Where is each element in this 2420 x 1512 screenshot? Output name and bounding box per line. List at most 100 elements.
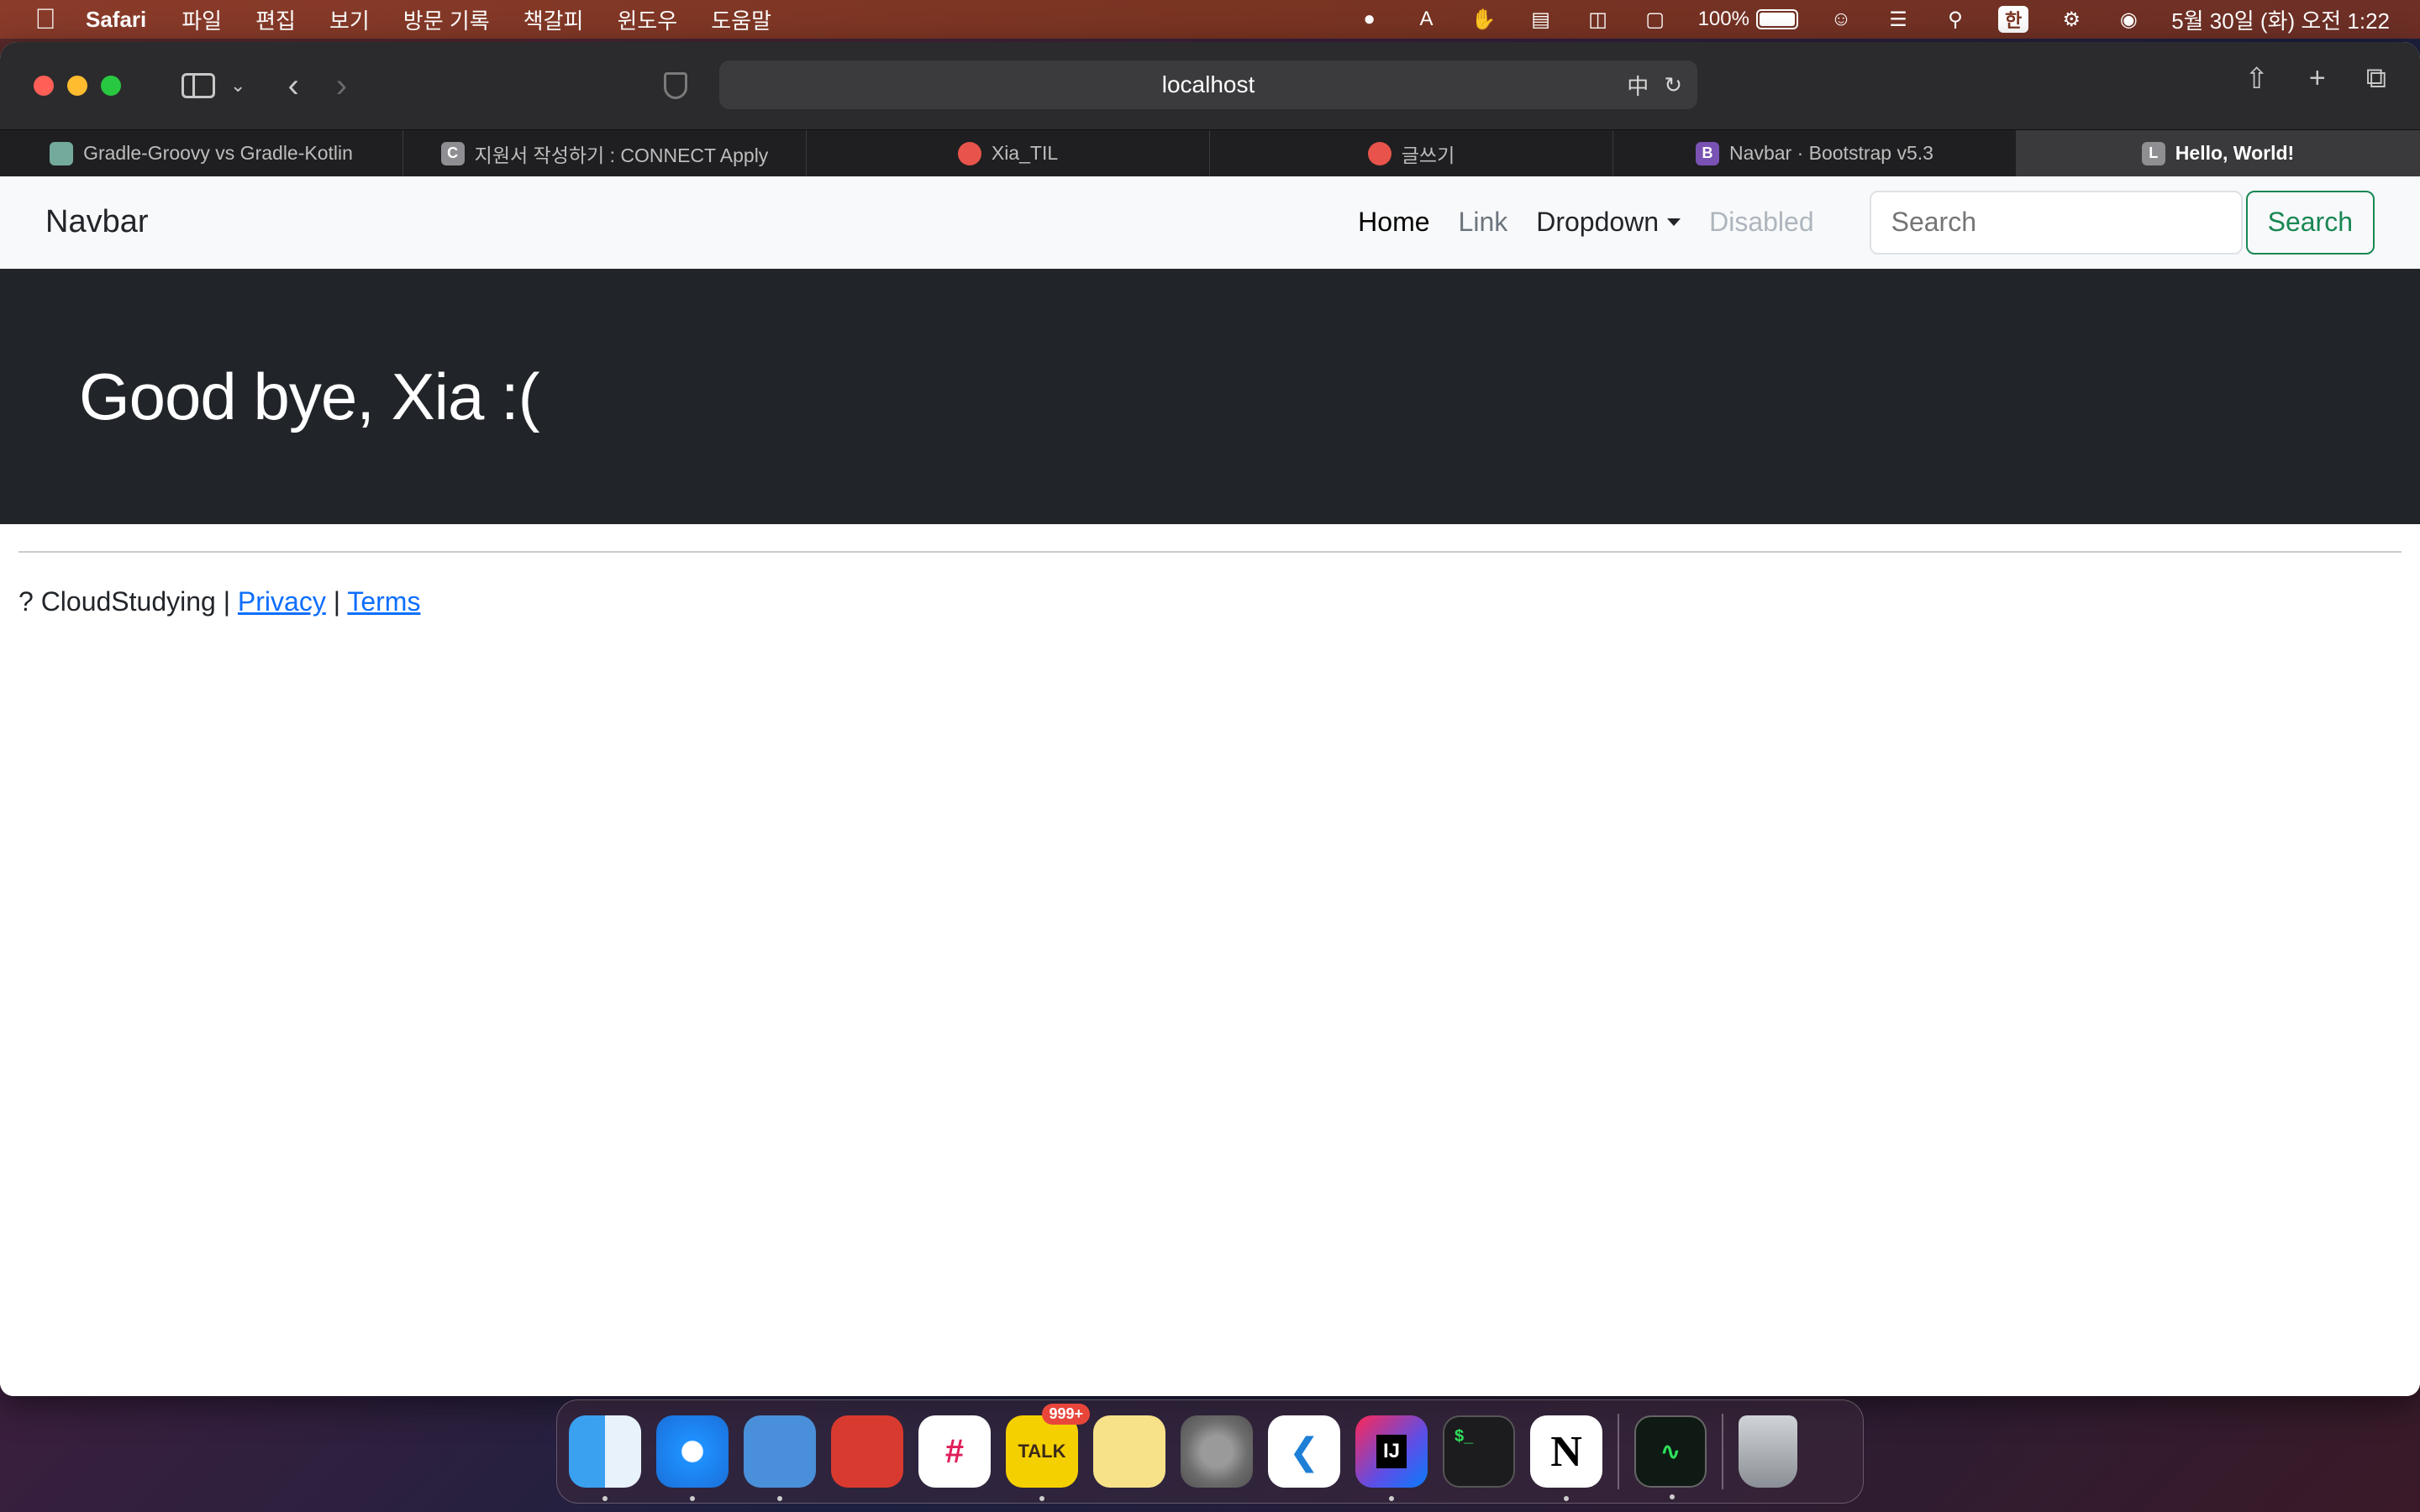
slack-icon[interactable]: # — [918, 1415, 991, 1488]
notification-badge: 999+ — [1042, 1404, 1090, 1425]
window-controls — [34, 76, 121, 96]
menubar-clock[interactable]: 5월 30일 (화) 오전 1:22 — [2171, 4, 2390, 35]
menu-edit[interactable]: 편집 — [255, 4, 296, 35]
reload-icon[interactable]: ↻ — [1664, 72, 1682, 98]
system-settings-icon[interactable] — [1181, 1415, 1253, 1488]
chat-status-icon[interactable]: ● — [1355, 7, 1384, 32]
tistory-favicon-icon — [1367, 141, 1392, 165]
running-indicator — [690, 1496, 695, 1501]
terms-link[interactable]: Terms — [347, 586, 420, 617]
nav-links: Home Link Dropdown Disabled Search — [1358, 190, 2375, 255]
tab-bar: Gradle-Groovy vs Gradle-Kotlin C 지원서 작성하… — [0, 129, 2420, 176]
preview-icon[interactable] — [744, 1415, 816, 1501]
tab-label: Hello, World! — [2175, 142, 2295, 164]
running-indicator — [1564, 1496, 1569, 1501]
chatgpt-favicon-icon — [50, 141, 74, 165]
dock-separator — [1722, 1414, 1723, 1489]
search-form: Search — [1869, 190, 2375, 255]
tab-label: Navbar · Bootstrap v5.3 — [1729, 142, 1933, 164]
finder-icon[interactable] — [569, 1415, 641, 1501]
c-favicon-icon: C — [440, 141, 465, 165]
search-button[interactable]: Search — [2245, 190, 2375, 255]
app-menu[interactable]: Safari — [86, 7, 146, 33]
intellij-glyph: IJ — [1376, 1435, 1407, 1468]
web-page: Navbar Home Link Dropdown Disabled Searc… — [0, 176, 2420, 1396]
menu-file[interactable]: 파일 — [182, 4, 222, 35]
kakaotalk-icon[interactable]: TALK 999+ — [1006, 1404, 1090, 1501]
nav-link[interactable]: Link — [1459, 207, 1508, 238]
share-icon[interactable]: ⇧ — [2244, 62, 2269, 96]
footer-prefix: ? CloudStudying | — [18, 586, 238, 617]
nav-dropdown[interactable]: Dropdown — [1536, 207, 1681, 238]
running-indicator — [1389, 1496, 1394, 1501]
menu-view[interactable]: 보기 — [329, 4, 370, 35]
forward-button[interactable]: › — [336, 65, 347, 107]
navbar-brand[interactable]: Navbar — [45, 204, 149, 240]
running-indicator — [1039, 1496, 1044, 1501]
dock-separator — [1618, 1414, 1619, 1489]
tab-xia-til[interactable]: Xia_TIL — [807, 130, 1210, 176]
url-text: localhost — [1161, 71, 1255, 97]
vscode-icon[interactable]: ❮ — [1268, 1415, 1340, 1488]
running-indicator — [777, 1496, 782, 1501]
terminal-icon[interactable]: $_ — [1443, 1415, 1515, 1488]
wifi-icon[interactable]: ☰ — [1884, 7, 1912, 32]
screen-mirror-icon[interactable]: ▢ — [1641, 7, 1670, 32]
menu-history[interactable]: 방문 기록 — [403, 4, 490, 35]
trash-icon[interactable] — [1739, 1415, 1797, 1488]
notion-icon[interactable]: N — [1530, 1415, 1602, 1501]
display-app-icon[interactable]: ▤ — [1527, 7, 1555, 32]
privacy-shield-icon[interactable] — [664, 72, 687, 99]
intellij-icon[interactable]: IJ — [1355, 1415, 1428, 1501]
menu-bookmarks[interactable]: 책갈피 — [523, 4, 584, 35]
translate-icon[interactable]: 中 — [1627, 70, 1649, 101]
minimize-window-button[interactable] — [67, 76, 87, 96]
notes-icon[interactable] — [1093, 1415, 1165, 1488]
browser-toolbar: ⌄ ‹ › localhost 中 ↻ ⇧ + ⧉ — [0, 42, 2420, 129]
tab-hello-world[interactable]: L Hello, World! — [2017, 130, 2420, 176]
privacy-link[interactable]: Privacy — [238, 586, 326, 617]
split-view-icon[interactable]: ◫ — [1584, 7, 1612, 32]
slack-glyph: # — [944, 1432, 965, 1470]
apple-menu-icon[interactable]:  — [30, 3, 60, 35]
menu-window[interactable]: 윈도우 — [617, 4, 677, 35]
new-tab-icon[interactable]: + — [2309, 62, 2326, 96]
tab-write[interactable]: 글쓰기 — [1210, 130, 1613, 176]
control-center-icon[interactable]: ⚙ — [2057, 7, 2086, 32]
caret-down-icon — [1667, 218, 1681, 226]
search-input[interactable] — [1869, 190, 2243, 255]
spotlight-search-icon[interactable]: ⚲ — [1941, 7, 1970, 32]
menu-bar:  Safari 파일 편집 보기 방문 기록 책갈피 윈도우 도움말 ● A … — [0, 0, 2420, 39]
footer-separator: | — [325, 586, 348, 617]
back-button[interactable]: ‹ — [287, 65, 298, 107]
tab-label: 글쓰기 — [1401, 144, 1455, 166]
font-app-icon[interactable]: A — [1413, 7, 1441, 32]
input-method-indicator[interactable]: 한 — [1997, 6, 2029, 33]
running-indicator — [602, 1496, 608, 1501]
activity-monitor-icon[interactable]: ∿ — [1634, 1415, 1707, 1499]
dock: # TALK 999+ ❮ IJ $_ N ∿ — [556, 1399, 1864, 1504]
nav-disabled-link: Disabled — [1709, 207, 1814, 237]
footer-text: ? CloudStudying | Privacy | Terms — [18, 586, 2402, 617]
running-indicator — [1670, 1494, 1675, 1499]
menu-help[interactable]: 도움말 — [711, 4, 771, 35]
tistory-favicon-icon — [957, 141, 981, 165]
battery-icon — [1755, 9, 1798, 29]
siri-icon[interactable]: ◉ — [2114, 7, 2143, 32]
battery-status[interactable]: 100% — [1698, 8, 1798, 31]
address-bar[interactable]: localhost 中 ↻ — [719, 60, 1697, 109]
tab-bootstrap-navbar[interactable]: B Navbar · Bootstrap v5.3 — [1613, 130, 2017, 176]
tab-connect-apply[interactable]: C 지원서 작성하기 : CONNECT Apply — [403, 130, 807, 176]
photo-booth-icon[interactable] — [831, 1415, 903, 1488]
user-account-icon[interactable]: ☺ — [1827, 7, 1855, 32]
close-window-button[interactable] — [34, 76, 54, 96]
zoom-window-button[interactable] — [101, 76, 121, 96]
sidebar-toggle-icon[interactable] — [182, 73, 215, 98]
nav-home-link[interactable]: Home — [1358, 207, 1429, 238]
chevron-down-icon[interactable]: ⌄ — [230, 65, 245, 107]
tab-label: Gradle-Groovy vs Gradle-Kotlin — [83, 142, 353, 164]
hand-app-icon[interactable]: ✋ — [1470, 7, 1498, 32]
tab-gradle[interactable]: Gradle-Groovy vs Gradle-Kotlin — [0, 130, 403, 176]
safari-icon[interactable] — [656, 1415, 729, 1501]
tab-overview-icon[interactable]: ⧉ — [2366, 62, 2386, 96]
